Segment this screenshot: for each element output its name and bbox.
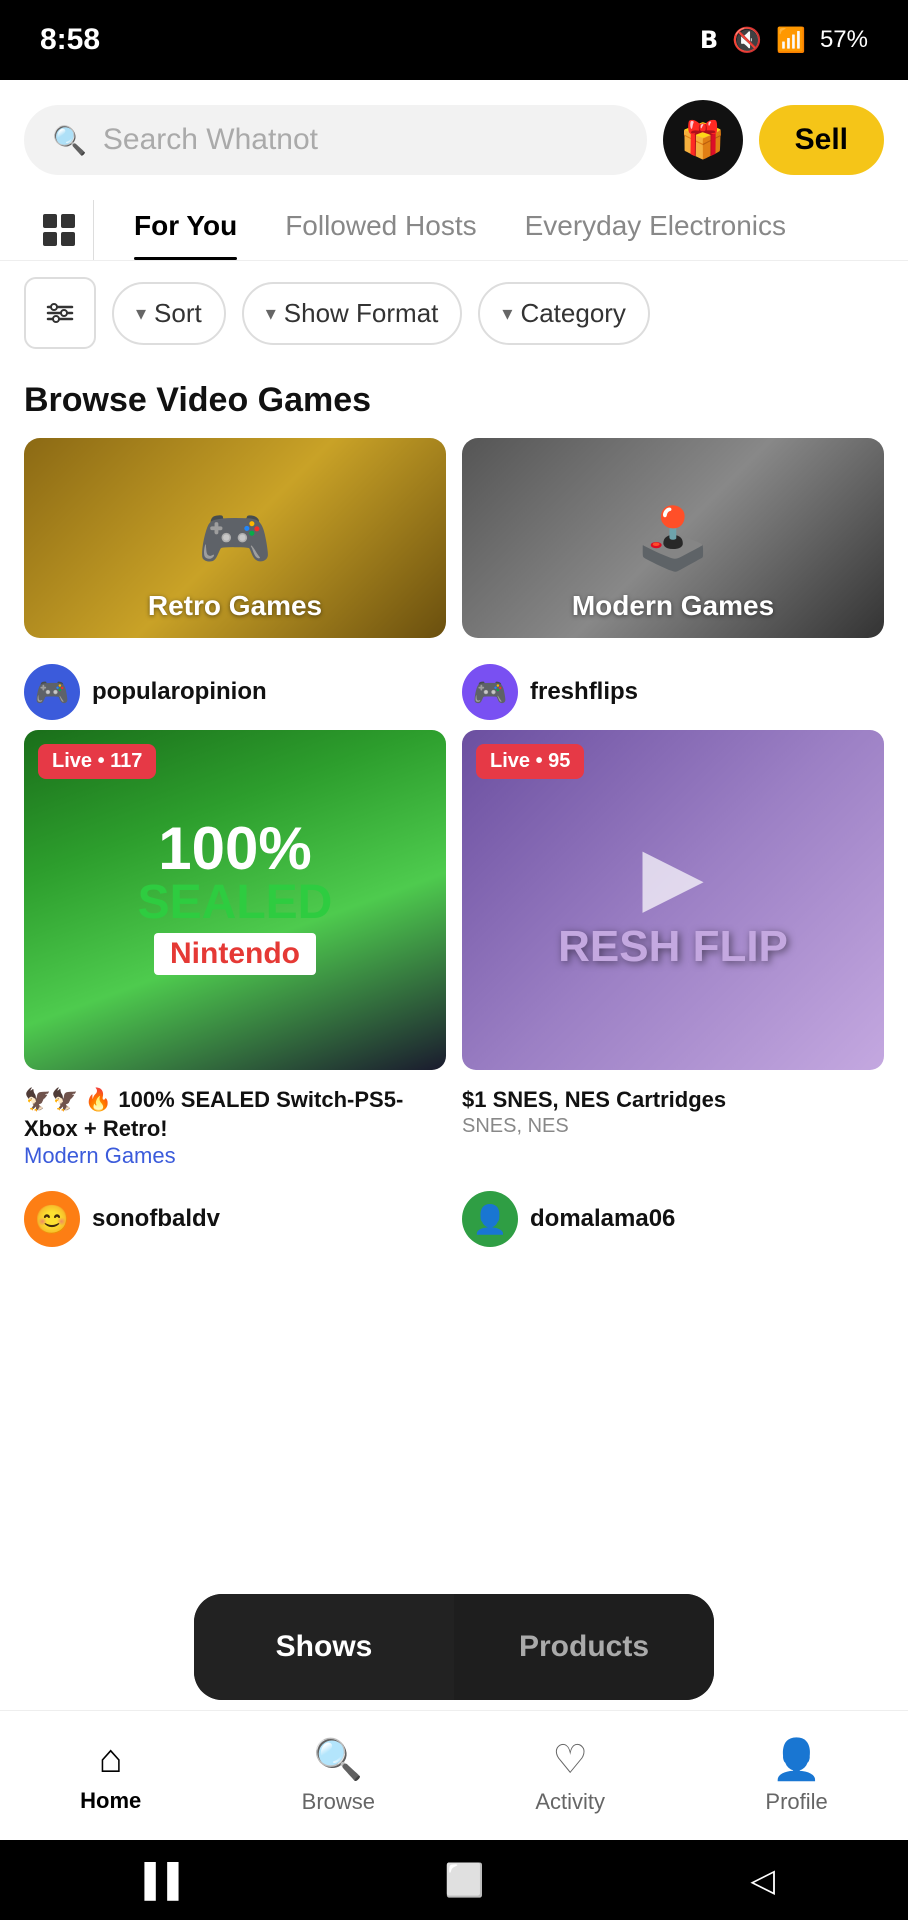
tab-followed[interactable]: Followed Hosts xyxy=(261,200,500,260)
products-popup-item[interactable]: Products xyxy=(454,1594,714,1700)
filter-bar: ▾ Sort ▾ Show Format ▾ Category xyxy=(0,261,908,365)
recents-button[interactable]: ▐▐ xyxy=(133,1862,178,1899)
status-icons: 𝗕 🔇 📶 57% xyxy=(700,26,868,55)
stream-title-freshflips: $1 SNES, NES Cartridges xyxy=(462,1086,884,1115)
freshflips-logo-icon: ▶ xyxy=(558,829,788,922)
back-button[interactable]: ◁ xyxy=(750,1861,775,1899)
modern-label: Modern Games xyxy=(462,590,884,622)
tabs-container: For You Followed Hosts Everyday Electron… xyxy=(0,190,908,261)
stream-content-freshflips: ▶ RESH FLIP xyxy=(462,730,884,1070)
browse-title: Browse Video Games xyxy=(24,381,884,420)
status-time: 8:58 xyxy=(40,23,100,57)
avatar-freshflips: 🎮 xyxy=(462,664,518,720)
stream-content-popularopinion: 100% SEALED Nintendo xyxy=(24,730,446,1070)
avatar-domalama06: 👤 xyxy=(462,1191,518,1247)
home-icon: ⌂ xyxy=(99,1737,123,1782)
category-cards: 🎮 Retro Games 🕹️ Modern Games xyxy=(24,438,884,638)
stream-tag-popularopinion: Modern Games xyxy=(24,1143,446,1169)
category-chevron-icon: ▾ xyxy=(502,301,512,326)
browse-icon: 🔍 xyxy=(313,1736,363,1783)
bottom-nav: ⌂ Home 🔍 Browse ♡ Activity 👤 Profile xyxy=(0,1710,908,1840)
mute-icon: 🔇 xyxy=(732,26,762,55)
nav-browse[interactable]: 🔍 Browse xyxy=(282,1726,395,1825)
filter-icon xyxy=(44,297,76,329)
shows-popup-item[interactable]: Shows xyxy=(194,1594,454,1700)
nav-profile[interactable]: 👤 Profile xyxy=(745,1726,847,1825)
category-chip[interactable]: ▾ Category xyxy=(478,282,650,345)
search-container: 🔍 Search Whatnot 🎁 Sell xyxy=(0,80,908,190)
sell-button[interactable]: Sell xyxy=(759,105,884,175)
stream-subtitle-freshflips: SNES, NES xyxy=(462,1115,884,1138)
stream-info-freshflips: $1 SNES, NES Cartridges SNES, NES xyxy=(462,1080,884,1144)
live-badge-popularopinion: Live • 117 xyxy=(38,744,156,779)
show-format-chevron-icon: ▾ xyxy=(266,301,276,326)
shows-products-popup: Shows Products xyxy=(194,1594,714,1700)
filter-options-button[interactable] xyxy=(24,277,96,349)
search-icon: 🔍 xyxy=(52,124,87,157)
stream-title-popularopinion: 🦅🦅 🔥 100% SEALED Switch-PS5-Xbox + Retro… xyxy=(24,1086,446,1143)
streamer-header-domalama06: 👤 domalama06 xyxy=(462,1191,884,1247)
gift-icon: 🎁 xyxy=(680,119,725,161)
stream-thumb-freshflips[interactable]: Live • 95 ▶ RESH FLIP xyxy=(462,730,884,1070)
search-box[interactable]: 🔍 Search Whatnot xyxy=(24,105,647,175)
system-nav: ▐▐ ⬜ ◁ xyxy=(0,1840,908,1920)
grid-view-button[interactable] xyxy=(24,200,94,260)
activity-icon: ♡ xyxy=(552,1737,588,1783)
battery-label: 57% xyxy=(820,26,868,54)
live-badge-freshflips: Live • 95 xyxy=(476,744,584,779)
profile-label: Profile xyxy=(765,1789,827,1815)
streamer-name-freshflips: freshflips xyxy=(530,678,638,706)
sort-chip[interactable]: ▾ Sort xyxy=(112,282,226,345)
tab-foryou[interactable]: For You xyxy=(110,200,261,260)
streamer-name-popularopinion: popularopinion xyxy=(92,678,267,706)
streamer-header-freshflips: 🎮 freshflips xyxy=(462,664,884,720)
streamer-header-sonofbaldv: 😊 sonofbaldv xyxy=(24,1191,446,1247)
streamer-name-sonofbaldv: sonofbaldv xyxy=(92,1205,220,1233)
stream-info-popularopinion: 🦅🦅 🔥 100% SEALED Switch-PS5-Xbox + Retro… xyxy=(24,1080,446,1175)
stream-col-left: 🎮 popularopinion Live • 117 100% SEALED … xyxy=(24,664,446,1175)
bottom-streamers: 😊 sonofbaldv 👤 domalama06 xyxy=(0,1191,908,1267)
show-format-chip[interactable]: ▾ Show Format xyxy=(242,282,463,345)
wifi-icon: 📶 xyxy=(776,26,806,55)
nav-home[interactable]: ⌂ Home xyxy=(60,1727,161,1824)
stream-col-right: 🎮 freshflips Live • 95 ▶ RESH FLIP $1 SN… xyxy=(462,664,884,1175)
home-label: Home xyxy=(80,1788,141,1814)
stream-thumb-popularopinion[interactable]: Live • 117 100% SEALED Nintendo xyxy=(24,730,446,1070)
category-card-retro[interactable]: 🎮 Retro Games xyxy=(24,438,446,638)
browse-label: Browse xyxy=(302,1789,375,1815)
streamer-header-popularopinion: 🎮 popularopinion xyxy=(24,664,446,720)
streamer-name-domalama06: domalama06 xyxy=(530,1205,675,1233)
status-bar: 8:58 𝗕 🔇 📶 57% xyxy=(0,0,908,80)
activity-label: Activity xyxy=(535,1789,605,1815)
avatar-sonofbaldv: 😊 xyxy=(24,1191,80,1247)
freshflips-brand-text: RESH FLIP xyxy=(558,922,788,972)
retro-label: Retro Games xyxy=(24,590,446,622)
grid-icon xyxy=(43,214,75,246)
avatar-popularopinion: 🎮 xyxy=(24,664,80,720)
gift-button[interactable]: 🎁 xyxy=(663,100,743,180)
category-card-modern[interactable]: 🕹️ Modern Games xyxy=(462,438,884,638)
search-placeholder: Search Whatnot xyxy=(103,123,318,157)
browse-section: Browse Video Games 🎮 Retro Games 🕹️ Mode… xyxy=(0,365,908,648)
streams-grid: 🎮 popularopinion Live • 117 100% SEALED … xyxy=(0,648,908,1191)
sort-chevron-icon: ▾ xyxy=(136,301,146,326)
bluetooth-icon: 𝗕 xyxy=(700,26,718,55)
nav-activity[interactable]: ♡ Activity xyxy=(515,1727,625,1825)
tab-electronics[interactable]: Everyday Electronics xyxy=(501,200,810,260)
home-button[interactable]: ⬜ xyxy=(444,1861,484,1899)
profile-icon: 👤 xyxy=(772,1736,822,1783)
